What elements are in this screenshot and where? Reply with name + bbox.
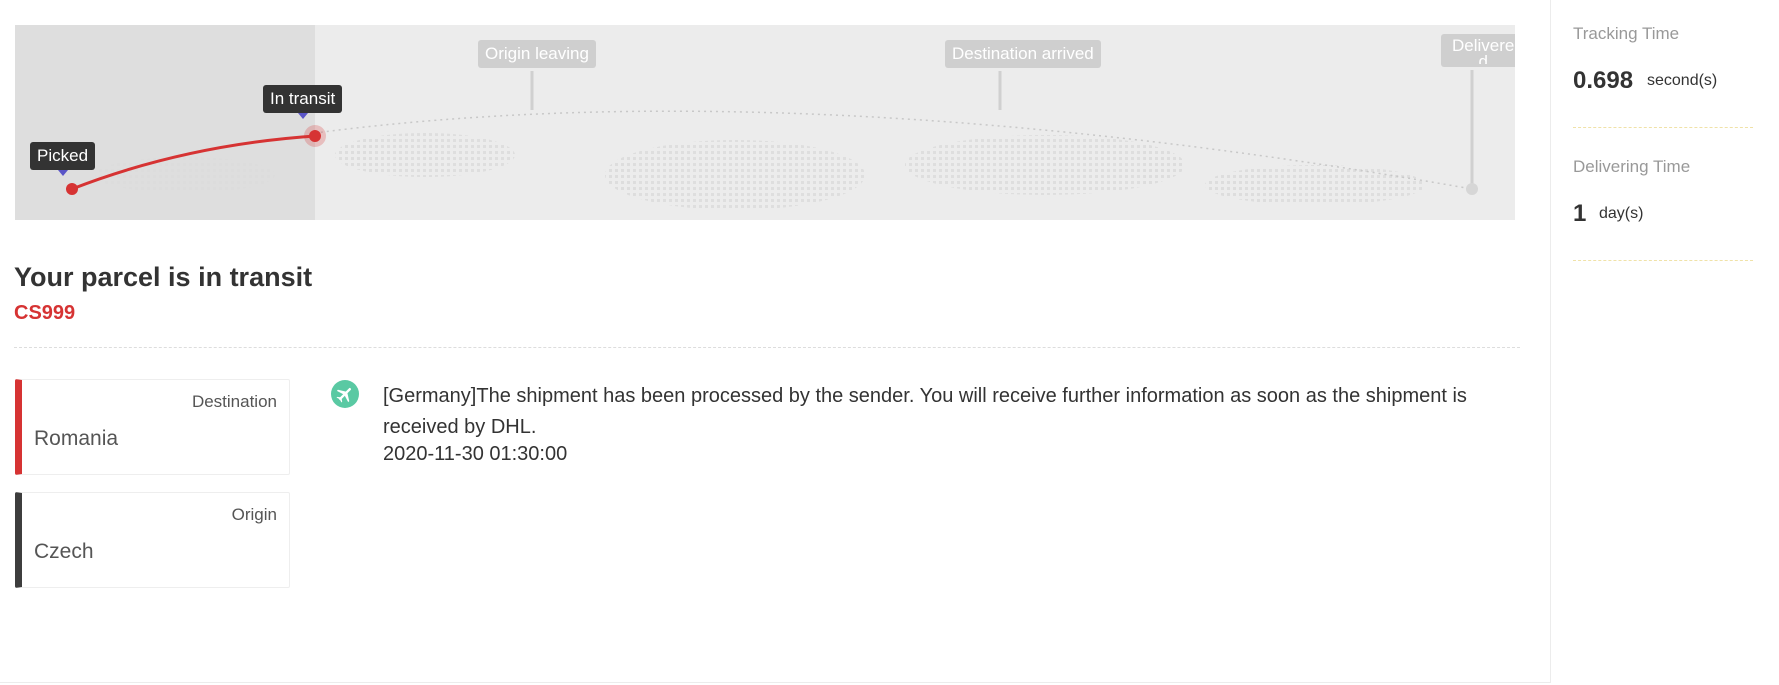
- stage-label-origin-leaving: Origin leaving: [478, 40, 596, 68]
- stage-label-picked: Picked: [30, 142, 96, 176]
- delivering-time-label: Delivering Time: [1573, 157, 1691, 176]
- stat-divider: [1573, 260, 1753, 261]
- progress-map: [66, 70, 1478, 210]
- destination-label: Destination: [191, 392, 277, 411]
- stat-divider: [1573, 127, 1753, 128]
- stage-point-delivered: [1466, 183, 1478, 195]
- airplane-icon: [331, 380, 359, 408]
- stats-sidebar: Tracking Time 0.698 second(s) Delivering…: [1551, 0, 1779, 685]
- origin-label: Origin: [231, 505, 277, 524]
- delivering-time-value: 1: [1573, 200, 1587, 227]
- destination-country: Romania: [34, 427, 119, 450]
- tracking-main-panel: Picked In transit Origin leaving Destina…: [0, 0, 1551, 683]
- section-divider: [14, 347, 1520, 348]
- stage-label-in-transit: In transit: [263, 85, 343, 119]
- stage-point-in-transit: [309, 130, 321, 142]
- world-map-shape: [95, 133, 1425, 210]
- origin-card: Origin Czech: [15, 492, 290, 588]
- tracking-number[interactable]: CS999: [14, 302, 75, 325]
- destination-card: Destination Romania: [15, 379, 290, 475]
- event-timestamp: 2020-11-30 01:30:00: [383, 443, 568, 465]
- progress-banner: Picked In transit Origin leaving Destina…: [15, 25, 1515, 220]
- stage-label-destination-arrived: Destination arrived: [945, 40, 1101, 68]
- stage-point-picked: [66, 183, 78, 195]
- tracking-time-unit: second(s): [1647, 72, 1718, 89]
- stage-label-delivered: Delivere d: [1441, 34, 1515, 67]
- delivering-time-unit: day(s): [1599, 205, 1644, 222]
- parcel-status-title: Your parcel is in transit: [14, 262, 313, 292]
- origin-country: Czech: [34, 540, 94, 563]
- tracking-time-label: Tracking Time: [1573, 24, 1680, 43]
- event-description: [Germany]The shipment has been processed…: [383, 385, 1467, 438]
- tracking-time-value: 0.698: [1573, 67, 1634, 94]
- stage-label-delivered-line-2: d: [1452, 55, 1514, 64]
- stage-label-delivered-line-1: Delivere: [1452, 36, 1515, 55]
